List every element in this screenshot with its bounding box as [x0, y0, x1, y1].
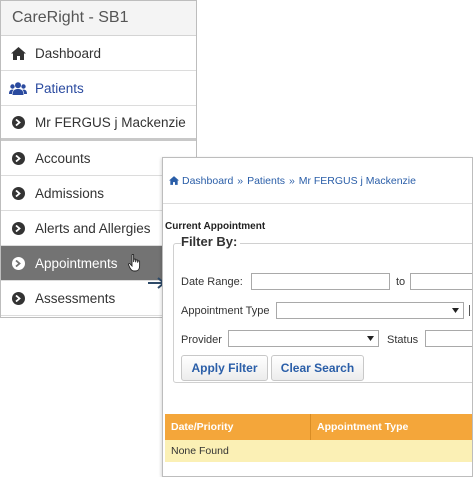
sidebar-item-label: Assessments — [35, 290, 116, 306]
table-empty-row: None Found — [165, 440, 472, 462]
home-icon — [169, 176, 179, 185]
clear-search-button[interactable]: Clear Search — [271, 355, 364, 381]
caret-down-icon — [367, 336, 374, 341]
breadcrumb-patient-name[interactable]: Mr FERGUS j Mackenzie — [299, 175, 416, 187]
sidebar-item-dashboard[interactable]: Dashboard — [1, 36, 196, 71]
column-header-appointment-type[interactable]: Appointment Type — [311, 414, 472, 440]
provider-label: Provider — [181, 334, 222, 346]
sidebar-item-label: Appointments — [35, 255, 118, 271]
chevron-circle-right-icon — [1, 151, 35, 165]
caret-down-icon — [452, 308, 459, 313]
date-range-label: Date Range: — [181, 276, 243, 288]
hand-cursor-icon — [128, 253, 142, 275]
chevron-circle-right-icon — [1, 291, 35, 305]
breadcrumb-separator: » — [237, 175, 244, 187]
apply-filter-button[interactable]: Apply Filter — [181, 355, 268, 381]
appointments-panel: Dashboard » Patients » Mr FERGUS j Macke… — [162, 157, 473, 477]
section-title: Current Appointment — [165, 221, 266, 232]
breadcrumb-separator: » — [288, 175, 295, 187]
breadcrumb-dashboard[interactable]: Dashboard — [182, 175, 233, 187]
sidebar-item-label: Accounts — [35, 150, 91, 166]
table-header: Date/Priority Appointment Type — [165, 414, 472, 440]
column-header-date-priority[interactable]: Date/Priority — [165, 414, 311, 440]
to-label: to — [396, 276, 406, 288]
status-select[interactable] — [425, 330, 472, 347]
home-icon — [1, 46, 35, 60]
date-to-input[interactable] — [410, 273, 472, 290]
app-title: CareRight - SB1 — [1, 1, 196, 36]
provider-select[interactable] — [228, 330, 379, 347]
truncated-label-fragment — [469, 305, 472, 316]
breadcrumb: Dashboard » Patients » Mr FERGUS j Macke… — [163, 158, 472, 204]
sidebar-item-patients[interactable]: Patients — [1, 71, 196, 106]
status-label: Status — [387, 334, 419, 346]
sidebar-item-label: Admissions — [35, 185, 105, 201]
chevron-circle-right-icon — [1, 256, 35, 270]
sidebar-item-label: Patients — [35, 80, 84, 96]
appointment-type-label: Appointment Type — [181, 305, 270, 317]
sidebar-item-label: Alerts and Allergies — [35, 220, 151, 236]
chevron-circle-right-icon — [1, 115, 35, 129]
chevron-circle-right-icon — [1, 221, 35, 235]
date-from-input[interactable] — [251, 273, 390, 290]
sidebar-item-patient-name[interactable]: Mr FERGUS j Mackenzie — [1, 106, 196, 141]
appointment-type-select[interactable] — [276, 302, 464, 319]
users-icon — [1, 81, 35, 95]
filter-legend: Filter By: — [181, 234, 241, 249]
sidebar-item-label: Dashboard — [35, 45, 102, 61]
sidebar-item-label: Mr FERGUS j Mackenzie — [35, 114, 186, 130]
breadcrumb-patients[interactable]: Patients — [247, 175, 285, 187]
chevron-circle-right-icon — [1, 186, 35, 200]
